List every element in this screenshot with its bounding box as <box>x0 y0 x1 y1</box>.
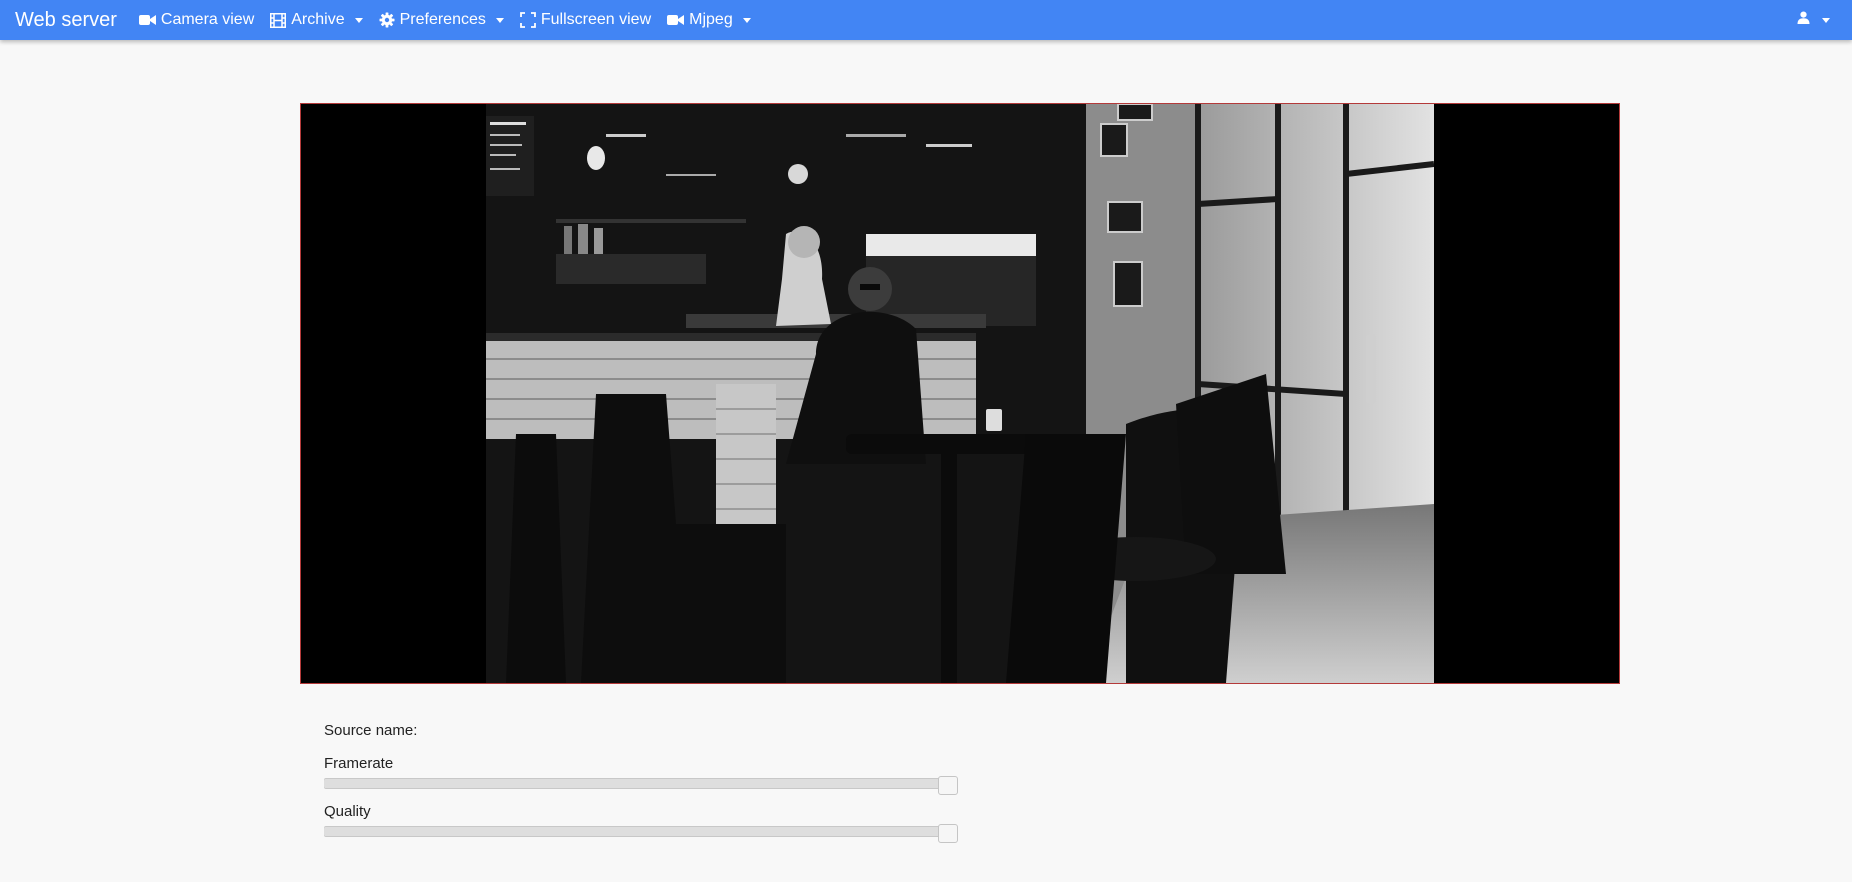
video-camera-icon <box>667 14 685 26</box>
quality-slider[interactable] <box>324 824 958 843</box>
chevron-down-icon <box>354 18 363 23</box>
camera-frame <box>486 104 1435 683</box>
nav-preferences-label: Preferences <box>399 11 486 28</box>
chevron-down-icon <box>1822 18 1830 23</box>
nav-fullscreen-view-label: Fullscreen view <box>540 11 652 28</box>
source-name-label: Source name: <box>324 722 418 739</box>
nav-archive[interactable]: Archive <box>270 11 363 29</box>
nav-mjpeg-label: Mjpeg <box>689 11 733 28</box>
nav-fullscreen-view[interactable]: Fullscreen view <box>519 11 652 29</box>
framerate-slider[interactable] <box>324 776 958 795</box>
gear-icon <box>379 12 395 28</box>
nav-camera-view-label: Camera view <box>160 11 255 28</box>
slider-thumb[interactable] <box>938 776 958 795</box>
user-menu[interactable] <box>1797 0 1830 40</box>
top-navbar: Web server Camera view Archive Preferenc… <box>0 0 1852 40</box>
user-icon <box>1797 11 1810 29</box>
chevron-down-icon <box>495 18 504 23</box>
fullscreen-icon <box>519 12 536 28</box>
framerate-label: Framerate <box>324 755 394 772</box>
nav-preferences[interactable]: Preferences <box>379 11 504 29</box>
quality-label: Quality <box>324 803 371 820</box>
video-viewport[interactable] <box>300 103 1620 684</box>
nav-archive-label: Archive <box>291 11 345 28</box>
nav-mjpeg[interactable]: Mjpeg <box>667 11 751 29</box>
slider-fill <box>324 779 948 788</box>
film-icon <box>270 12 287 28</box>
slider-thumb[interactable] <box>938 824 958 843</box>
stream-controls: Source name: Framerate Quality <box>324 720 958 843</box>
camera-frame-image <box>486 104 1435 683</box>
video-camera-icon <box>138 14 156 26</box>
slider-fill <box>324 827 948 836</box>
brand-title[interactable]: Web server <box>15 9 117 32</box>
nav-camera-view[interactable]: Camera view <box>138 11 255 29</box>
chevron-down-icon <box>742 18 751 23</box>
